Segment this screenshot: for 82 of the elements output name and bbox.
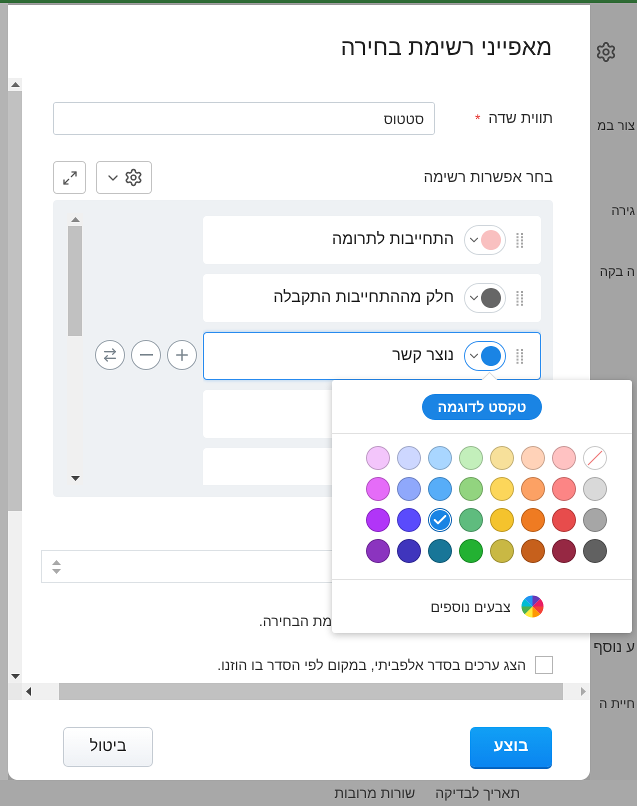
color-swatch[interactable] [583,508,607,532]
dialog-title: מאפייני רשימת בחירה [340,34,552,61]
color-swatch[interactable] [521,539,545,563]
horizontal-scrollbar[interactable] [22,683,590,700]
scrollbar-corner [8,683,22,700]
up-arrow-icon[interactable] [70,217,80,222]
remove-button[interactable] [131,340,161,370]
left-arrow-icon[interactable] [26,687,31,696]
field-label: תווית שדה [488,110,553,127]
color-swatch[interactable] [366,477,390,501]
drag-handle-icon[interactable] [516,348,524,364]
down-arrow-icon[interactable] [10,674,20,679]
color-swatch[interactable] [428,446,452,470]
color-swatch[interactable] [366,446,390,470]
color-swatch[interactable] [397,539,421,563]
color-swatch[interactable] [583,477,607,501]
background-text: גירה [611,203,636,218]
hint-text: מת הבחירה. [258,613,333,629]
color-swatch[interactable] [521,477,545,501]
color-swatch[interactable] [490,446,514,470]
color-swatch[interactable] [366,539,390,563]
color-swatch[interactable] [366,508,390,532]
color-wheel-icon [520,595,544,618]
color-swatch[interactable] [397,446,421,470]
color-swatch[interactable] [521,446,545,470]
swap-icon [102,347,118,363]
option-label: חלק מההתחייבות התקבלה [273,289,454,307]
drag-handle-icon[interactable] [516,290,524,306]
cancel-button[interactable]: ביטול [63,727,153,767]
color-swatch[interactable] [583,539,607,563]
swap-button[interactable] [95,340,125,370]
color-swatch[interactable] [552,508,576,532]
section-label: בחר אפשרות רשימה [424,169,553,186]
background-text: תאריך לבדיקה [435,785,520,801]
color-swatch[interactable] [397,477,421,501]
drag-handle-icon[interactable] [516,232,524,248]
color-swatch[interactable] [490,539,514,563]
right-arrow-icon[interactable] [581,687,586,696]
color-swatch[interactable] [552,539,576,563]
color-swatch[interactable] [397,508,421,532]
settings-dropdown-button[interactable] [96,161,152,194]
add-button[interactable] [167,340,197,370]
settings-icon [124,168,143,187]
up-arrow-icon[interactable] [10,82,20,87]
preview-tag: טקסט לדוגמה [422,394,542,420]
background-text: ע נוסף [593,639,636,656]
expand-icon [62,170,78,186]
background-text: צור במ [597,118,636,133]
option-label: התחייבות לתרומה [332,231,454,249]
down-arrow-icon[interactable] [70,476,80,481]
color-swatch[interactable] [459,539,483,563]
required-asterisk: * [474,110,480,126]
color-swatch[interactable] [521,508,545,532]
color-swatch[interactable] [459,446,483,470]
color-swatch[interactable] [459,477,483,501]
background-text: ה בקה [600,264,636,279]
expand-button[interactable] [53,161,86,194]
option-row[interactable]: חלק מההתחייבות התקבלה [203,274,541,322]
option-row[interactable]: התחייבות לתרומה [203,216,541,264]
checkbox[interactable] [535,656,553,674]
plus-icon [173,346,191,364]
color-swatch[interactable] [490,477,514,501]
background-text: חיית ה [599,696,636,711]
sort-arrows-icon [52,560,61,574]
no-color-swatch[interactable] [583,446,607,470]
color-swatch[interactable] [459,508,483,532]
label-input[interactable]: סטטוס [53,102,435,135]
list-scrollbar[interactable] [67,213,83,485]
option-row[interactable]: נוצר קשר [203,332,541,380]
checkbox-label: הצג ערכים בסדר אלפביתי, במקום לפי הסדר בו הוזנו. [217,657,526,673]
color-swatch[interactable] [428,508,452,532]
color-swatch[interactable] [552,477,576,501]
minus-icon [140,354,152,356]
color-swatch[interactable] [428,539,452,563]
color-swatch[interactable] [552,446,576,470]
settings-icon[interactable] [595,41,617,63]
color-swatch[interactable] [428,477,452,501]
more-colors-link[interactable]: צבעים נוספים [430,598,511,614]
background-text: שורות מרובות [334,785,416,801]
vertical-scrollbar[interactable] [8,78,22,683]
color-toggle[interactable] [464,341,506,371]
color-swatch[interactable] [490,508,514,532]
